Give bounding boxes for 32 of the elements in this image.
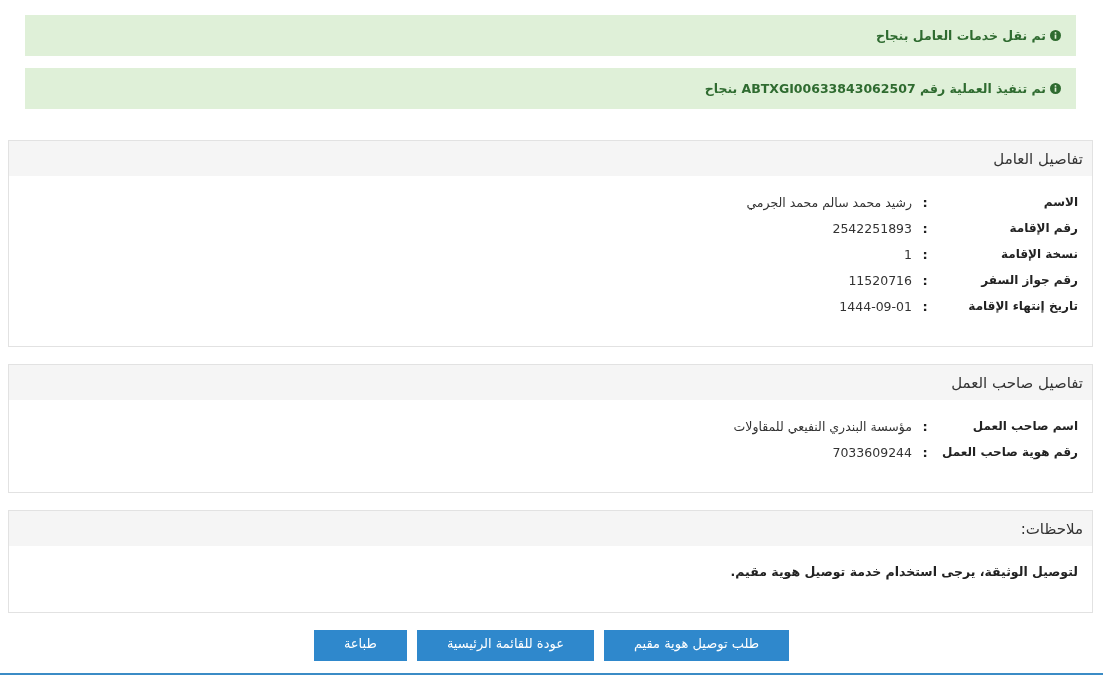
- separator-text: :: [922, 272, 928, 288]
- separator-text: :: [922, 418, 928, 434]
- note-text: لتوصيل الوثيقة، يرجى استخدام خدمة توصيل هوية مقيم.: [730, 563, 1078, 582]
- separator-text: :: [922, 220, 928, 236]
- field-value: 11520716: [848, 272, 912, 288]
- alert-message: تم تنفيذ العملية رقم ABTXGI00633843062507 بنجاح: [704, 81, 1046, 96]
- separator-text: :: [922, 194, 928, 210]
- separator-text: :: [922, 444, 928, 460]
- alert-message: تم نقل خدمات العامل بنجاح: [875, 28, 1046, 43]
- field-value: 2542251893: [832, 220, 912, 236]
- field-label: الاسم: [1043, 195, 1078, 209]
- field-value: 1444-09-01: [839, 298, 912, 314]
- panel-title: تفاصيل العامل: [9, 141, 1092, 176]
- field-value: 1: [904, 246, 912, 262]
- field-label: رقم الإقامة: [1009, 221, 1078, 235]
- separator-text: :: [922, 298, 928, 314]
- action-button[interactable]: عودة للقائمة الرئيسية: [416, 630, 594, 661]
- field-value: مؤسسة البندري النفيعي للمقاولات: [733, 418, 912, 434]
- info-icon: [1050, 83, 1061, 94]
- field-value: رشيد محمد سالم محمد الجرمي: [746, 194, 912, 210]
- field-label: نسخة الإقامة: [1001, 247, 1078, 261]
- separator-text: :: [922, 246, 928, 262]
- field-label: رقم هوية صاحب العمل: [942, 445, 1078, 459]
- panel-title: تفاصيل صاحب العمل: [9, 365, 1092, 400]
- action-button[interactable]: طلب توصيل هوية مقيم: [603, 630, 790, 661]
- panel-title: ملاحظات:: [9, 511, 1092, 546]
- field-label: اسم صاحب العمل: [972, 419, 1078, 433]
- info-icon: [1050, 30, 1061, 41]
- field-label: تاريخ إنتهاء الإقامة: [968, 299, 1078, 313]
- field-label: رقم جواز السفر: [981, 273, 1078, 287]
- action-button[interactable]: طباعة: [313, 630, 407, 661]
- field-value: 7033609244: [832, 444, 912, 460]
